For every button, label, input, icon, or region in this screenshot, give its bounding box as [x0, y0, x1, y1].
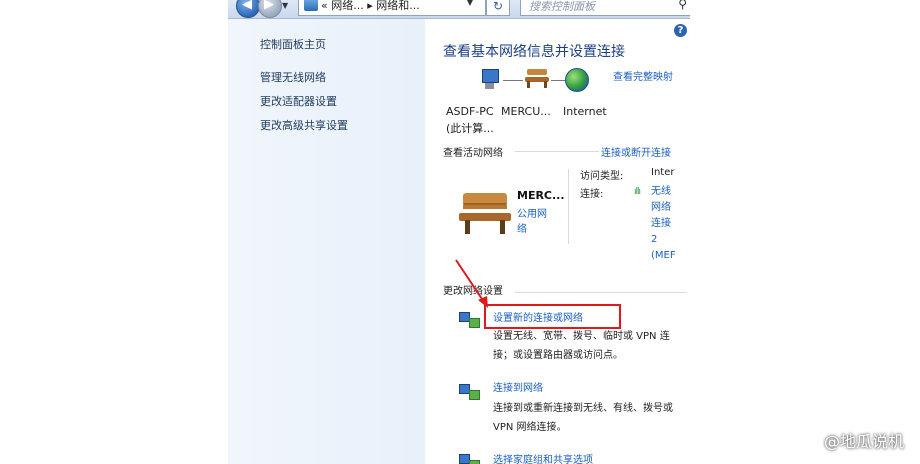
router-name: MERCU... — [501, 105, 551, 118]
pc-name: ASDF-PC — [446, 105, 494, 118]
watermark: @地瓜说机 — [823, 432, 904, 451]
view-full-map-link[interactable]: 查看完整映射 — [613, 68, 673, 83]
sidebar-item-advanced-sharing[interactable]: 更改高级共享设置 — [260, 117, 348, 133]
network-name: MERC... — [517, 189, 565, 202]
task-description: 设置无线、宽带、拨号、临时或 VPN 连接；或设置路由器或访问点。 — [493, 331, 670, 361]
network-type-line[interactable]: 公用网 — [517, 209, 547, 220]
network-type-line[interactable]: 络 — [517, 224, 527, 235]
connection-line-text[interactable]: (MEF — [651, 248, 687, 264]
vertical-divider — [568, 169, 569, 244]
connections-label: 连接: — [580, 189, 604, 200]
access-type-label: 访问类型: — [580, 171, 624, 182]
forward-button[interactable]: ▶ — [258, 0, 282, 18]
divider — [515, 151, 599, 152]
task-link-homegroup[interactable]: 选择家庭组和共享选项 — [493, 451, 593, 464]
arrow-left-icon: ◀ — [242, 0, 252, 12]
connect-disconnect-link[interactable]: 连接或断开连接 — [601, 144, 671, 159]
breadcrumb-text[interactable]: « 网络... ▸ 网络和... — [321, 0, 420, 13]
search-input[interactable]: 搜索控制面板 ⚲ — [520, 0, 690, 16]
connection-line — [551, 80, 565, 81]
computer-icon — [480, 67, 500, 92]
main-panel: ? 查看基本网络信息并设置连接 查看完整映射 ASDF-PC (此计算... M… — [425, 19, 690, 464]
back-button[interactable]: ◀ — [236, 0, 260, 18]
router-bench-icon — [524, 67, 550, 89]
connection-line-text[interactable]: 连接 — [651, 216, 687, 232]
internet-globe-icon — [565, 68, 589, 92]
connection-line-text[interactable]: 2 — [651, 232, 687, 248]
wireless-connection-link[interactable]: 无线 网络 连接 2 (MEF — [651, 184, 687, 264]
refresh-button[interactable]: ↻ — [486, 0, 510, 16]
sidebar-item-manage-wireless[interactable]: 管理无线网络 — [260, 69, 326, 85]
control-panel-window: ◀ ▶ ▼ « 网络... ▸ 网络和... ▼ ↻ 搜索控制面板 ⚲ 控制面板… — [228, 0, 690, 464]
sidebar: 控制面板主页 管理无线网络 更改适配器设置 更改高级共享设置 — [228, 19, 425, 464]
task-description: 连接到或重新连接到无线、有线、拨号或 VPN 网络连接。 — [493, 403, 673, 433]
breadcrumb[interactable]: « 网络... ▸ 网络和... ▼ — [298, 0, 486, 16]
arrow-right-icon: ▶ — [264, 0, 274, 12]
network-folder-icon — [304, 0, 318, 11]
homegroup-icon — [459, 451, 480, 464]
network-type-link[interactable]: 公用网 络 — [517, 207, 557, 237]
pc-name-sub: (此计算... — [446, 122, 494, 135]
connection-line-text[interactable]: 无线 — [651, 184, 687, 200]
wifi-signal-icon: ıllı — [634, 187, 641, 197]
highlight-box — [484, 304, 621, 329]
breadcrumb-dropdown-icon[interactable]: ▼ — [467, 0, 473, 7]
address-bar: ◀ ▶ ▼ « 网络... ▸ 网络和... ▼ ↻ 搜索控制面板 ⚲ — [228, 0, 690, 19]
search-icon[interactable]: ⚲ — [678, 0, 687, 11]
access-type-value: Inter — [651, 167, 675, 178]
sidebar-item-adapter-settings[interactable]: 更改适配器设置 — [260, 93, 337, 109]
task-link-connect-network[interactable]: 连接到网络 — [493, 379, 543, 394]
active-networks-heading: 查看活动网络 — [443, 148, 503, 159]
public-network-bench-icon — [459, 189, 511, 235]
page-title: 查看基本网络信息并设置连接 — [443, 44, 625, 60]
divider — [515, 292, 687, 293]
internet-label: Internet — [563, 105, 607, 118]
new-connection-icon — [459, 309, 480, 329]
help-icon[interactable]: ? — [674, 24, 687, 37]
history-dropdown-icon[interactable]: ▼ — [282, 1, 288, 10]
search-placeholder: 搜索控制面板 — [529, 0, 595, 13]
connection-line — [503, 80, 523, 81]
change-settings-heading: 更改网络设置 — [443, 286, 503, 297]
connection-line-text[interactable]: 网络 — [651, 200, 687, 216]
connect-network-icon — [459, 381, 480, 401]
sidebar-item-home[interactable]: 控制面板主页 — [260, 36, 326, 52]
